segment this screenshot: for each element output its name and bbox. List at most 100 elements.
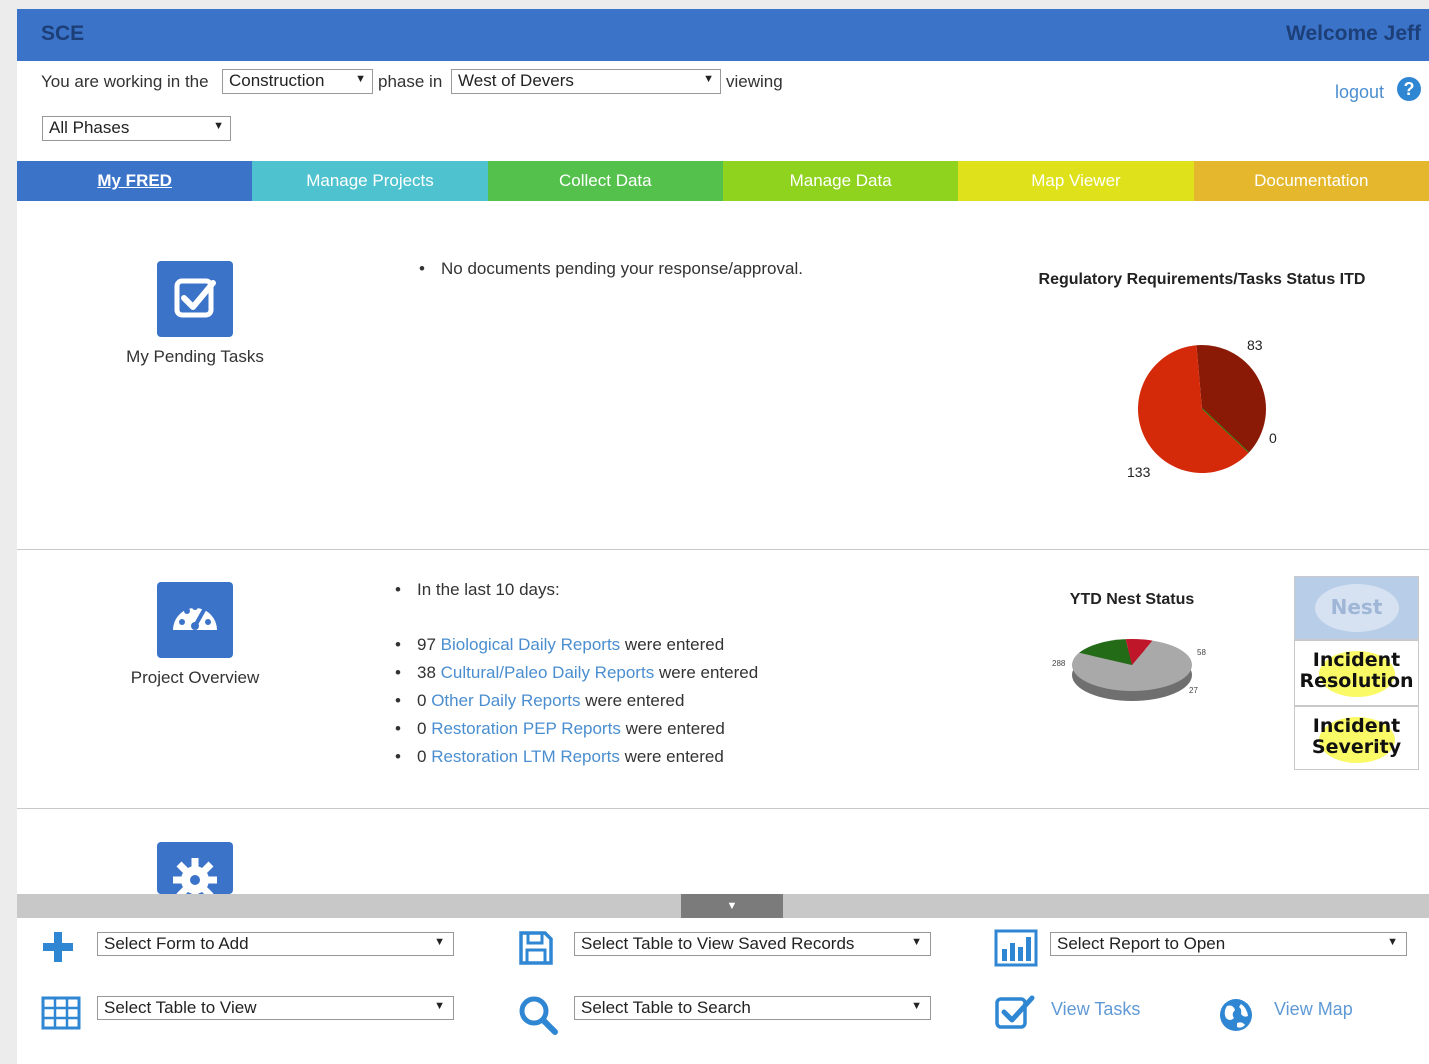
tab-manage-projects[interactable]: Manage Projects (252, 161, 488, 201)
form-add-select[interactable]: Select Form to Add ▼ (97, 932, 454, 956)
view-tasks-link[interactable]: View Tasks (1051, 999, 1140, 1020)
chevron-down-icon: ▼ (434, 1000, 445, 1012)
app-window: SCE Welcome Jeff You are working in the … (17, 9, 1429, 1064)
report-suffix: were entered (624, 635, 725, 654)
top-bar: SCE Welcome Jeff (17, 9, 1429, 61)
logout-link[interactable]: logout (1335, 82, 1384, 103)
reg-chart-title: Regulatory Requirements/Tasks Status ITD (1038, 271, 1366, 288)
gear-icon (173, 858, 217, 902)
table-grid-icon[interactable] (41, 996, 81, 1030)
section-divider (17, 808, 1429, 809)
report-open-select[interactable]: Select Report to Open ▼ (1050, 932, 1407, 956)
save-icon[interactable] (517, 929, 555, 967)
tab-my-fred[interactable]: My FRED (17, 161, 253, 201)
chevron-down-icon: ▼ (703, 73, 714, 85)
chevron-down-icon: ▼ (434, 936, 445, 948)
toolbar-collapse-handle[interactable]: ▼ (681, 894, 783, 918)
section-divider (17, 549, 1429, 550)
welcome-text: Welcome Jeff (1286, 22, 1421, 45)
help-icon[interactable]: ? (1397, 77, 1421, 101)
table-view-select-value: Select Table to View (104, 998, 257, 1017)
project-select[interactable]: West of Devers ▼ (451, 69, 721, 94)
nest-label-58: 58 (1197, 648, 1206, 657)
report-count: 0 (417, 691, 427, 710)
reg-label-83: 83 (1247, 337, 1263, 353)
pending-tasks-tile[interactable] (157, 261, 233, 337)
chevron-down-icon: ▼ (911, 1000, 922, 1012)
report-row: 0 Other Daily Reports were entered (393, 687, 758, 715)
nest-pie-chart (1072, 639, 1192, 701)
saved-records-select[interactable]: Select Table to View Saved Records ▼ (574, 932, 931, 956)
view-select[interactable]: All Phases ▼ (42, 116, 231, 141)
report-count: 0 (417, 747, 427, 766)
pending-tasks-label: My Pending Tasks (126, 347, 264, 366)
form-add-select-value: Select Form to Add (104, 934, 249, 953)
reg-label-133: 133 (1127, 464, 1151, 480)
main-nav: My FRED Manage Projects Collect Data Man… (17, 161, 1429, 201)
viewing-text: viewing (726, 72, 783, 91)
nest-label: Nest (1330, 595, 1383, 619)
report-row: 0 Restoration PEP Reports were entered (393, 715, 758, 743)
nest-label-27: 27 (1189, 686, 1198, 695)
dashboard-icon (173, 604, 217, 630)
report-suffix: were entered (624, 747, 724, 766)
reg-pie-chart (1138, 345, 1266, 473)
plus-icon[interactable] (41, 930, 75, 964)
bar-chart-icon[interactable] (994, 929, 1038, 967)
phase-select[interactable]: Construction ▼ (222, 69, 373, 94)
report-suffix: were entered (625, 719, 725, 738)
tab-map-viewer[interactable]: Map Viewer (958, 161, 1194, 201)
phase-select-value: Construction (229, 71, 325, 90)
chevron-down-icon: ▼ (355, 73, 366, 85)
nest-label-288: 288 (1052, 659, 1066, 668)
report-link[interactable]: Restoration LTM Reports (431, 747, 620, 766)
table-search-select[interactable]: Select Table to Search ▼ (574, 996, 931, 1020)
phase-in-text: phase in (378, 72, 443, 91)
incident-severity-button[interactable]: Incident Severity (1294, 706, 1419, 770)
incident-resolution-button[interactable]: Incident Resolution (1294, 640, 1419, 706)
tab-manage-data[interactable]: Manage Data (722, 161, 959, 201)
globe-icon[interactable] (1217, 996, 1255, 1034)
list-item: In the last 10 days: (393, 576, 560, 604)
table-search-select-value: Select Table to Search (581, 998, 751, 1017)
report-open-select-value: Select Report to Open (1057, 934, 1226, 953)
settings-tile[interactable] (157, 842, 233, 902)
report-suffix: were entered (585, 691, 685, 710)
checkbox-icon (174, 278, 216, 318)
incident-severity-label: Incident Severity (1311, 715, 1402, 758)
reg-label-0: 0 (1269, 430, 1277, 446)
project-select-value: West of Devers (458, 71, 574, 90)
overview-intro: In the last 10 days: (393, 576, 560, 604)
chevron-down-icon: ▼ (213, 120, 224, 132)
report-link[interactable]: Biological Daily Reports (441, 635, 621, 654)
tab-collect-data[interactable]: Collect Data (487, 161, 723, 201)
project-overview-label: Project Overview (130, 668, 260, 687)
pending-list: No documents pending your response/appro… (417, 255, 803, 283)
view-select-value: All Phases (49, 118, 130, 137)
report-row: 0 Restoration LTM Reports were entered (393, 743, 758, 771)
saved-records-select-value: Select Table to View Saved Records (581, 934, 855, 953)
report-link[interactable]: Other Daily Reports (431, 691, 580, 710)
nest-chart-title: YTD Nest Status (1069, 591, 1195, 608)
context-prefix: You are working in the (41, 72, 209, 91)
report-count: 97 (417, 635, 436, 654)
list-item: No documents pending your response/appro… (417, 255, 803, 283)
incident-resolution-label: Incident Resolution (1299, 649, 1414, 692)
project-overview-tile[interactable] (157, 582, 233, 658)
report-row: 38 Cultural/Paleo Daily Reports were ent… (393, 659, 758, 687)
report-link[interactable]: Restoration PEP Reports (431, 719, 621, 738)
report-link[interactable]: Cultural/Paleo Daily Reports (441, 663, 655, 682)
report-row: 97 Biological Daily Reports were entered (393, 631, 758, 659)
tasks-check-icon[interactable] (994, 993, 1036, 1031)
view-map-link[interactable]: View Map (1274, 999, 1353, 1020)
search-icon[interactable] (517, 994, 559, 1036)
report-suffix: were entered (658, 663, 759, 682)
chevron-down-icon: ▼ (911, 936, 922, 948)
tab-documentation[interactable]: Documentation (1193, 161, 1429, 201)
report-list: 97 Biological Daily Reports were entered… (393, 631, 758, 771)
chevron-down-icon: ▼ (1387, 936, 1398, 948)
brand-name: SCE (41, 22, 85, 45)
table-view-select[interactable]: Select Table to View ▼ (97, 996, 454, 1020)
nest-button[interactable]: Nest (1294, 576, 1419, 640)
report-count: 38 (417, 663, 436, 682)
